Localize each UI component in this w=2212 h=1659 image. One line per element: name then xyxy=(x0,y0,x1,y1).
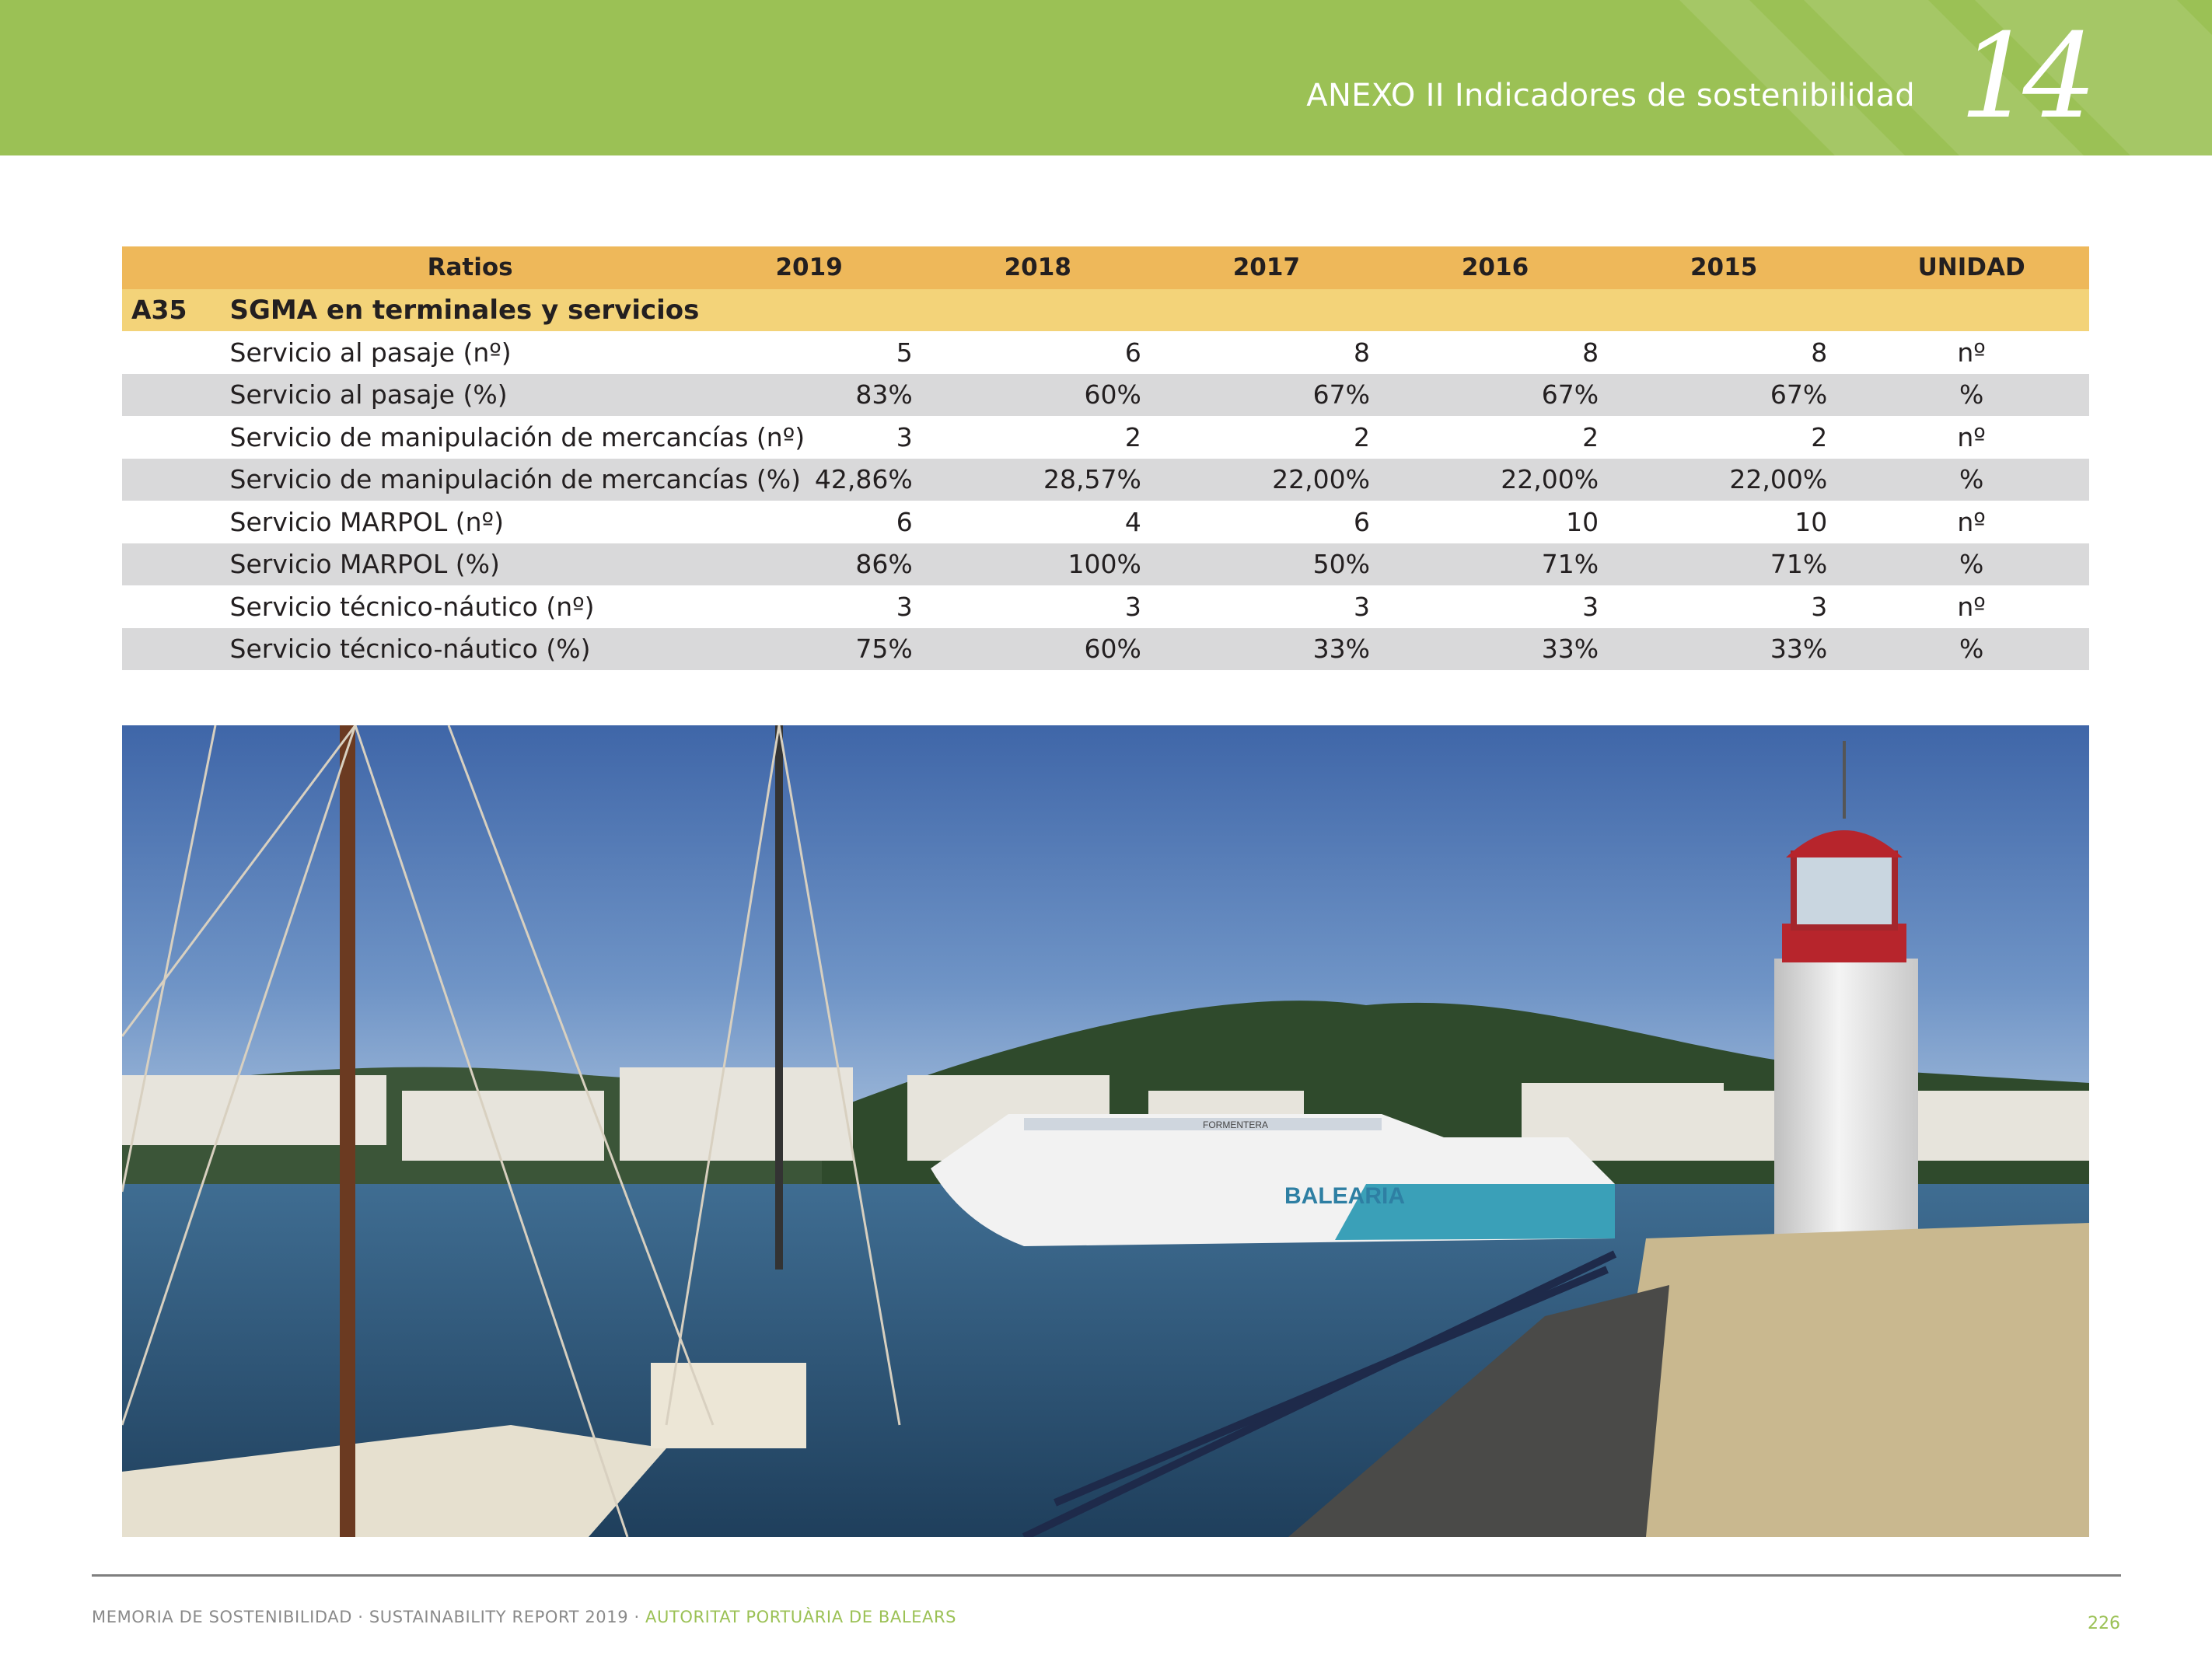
row-code-cell xyxy=(122,458,230,501)
row-label: Servicio técnico-náutico (%) xyxy=(229,627,711,670)
row-value-2016: 8 xyxy=(1582,337,1599,368)
row-value-2018: 4 xyxy=(1124,506,1141,537)
row-label: Servicio al pasaje (nº) xyxy=(229,337,512,368)
row-value-2017: 33% xyxy=(1167,627,1397,670)
page-number: 226 xyxy=(2088,1614,2120,1633)
row-value-2017: 22,00% xyxy=(1167,458,1397,501)
header-band: ANEXO II Indicadores de sostenibilidad 1… xyxy=(0,0,2212,155)
row-value-2016: 3 xyxy=(1582,591,1599,622)
row-value-2016: 10 xyxy=(1566,506,1599,537)
ferry-side-text: FORMENTERA xyxy=(1203,1119,1268,1130)
row-value-2019: 6 xyxy=(896,506,913,537)
row-value-2016: 2 xyxy=(1582,421,1599,452)
row-value-2016: 71% xyxy=(1396,543,1626,585)
row-label: Servicio MARPOL (nº) xyxy=(229,506,504,537)
row-code-cell xyxy=(122,373,230,416)
ratios-table: Ratios 2019 2018 2017 2016 2015 UNIDAD A… xyxy=(122,246,2089,670)
row-unit: nº xyxy=(1957,421,1986,452)
row-value-2015: 71% xyxy=(1625,543,1854,585)
harbour-photo: BALEARIA FORMENTERA xyxy=(122,725,2089,1537)
row-value-2017: 8 xyxy=(1354,337,1371,368)
row-code-cell xyxy=(122,331,230,374)
header-cell-unidad: UNIDAD xyxy=(1854,246,2089,289)
row-value-2017: 67% xyxy=(1167,373,1397,416)
row-label: Servicio técnico-náutico (nº) xyxy=(229,591,595,622)
row-value-2015: 8 xyxy=(1811,337,1828,368)
row-value-2018: 28,57% xyxy=(938,458,1168,501)
table-row: Servicio técnico-náutico (nº) 3 3 3 3 3 nº xyxy=(122,585,2089,628)
row-value-2018: 6 xyxy=(1124,337,1141,368)
footer-text: MEMORIA DE SOSTENIBILIDAD · SUSTAINABILI… xyxy=(92,1608,956,1626)
row-value-2019: 75% xyxy=(710,627,939,670)
row-unit: % xyxy=(1854,373,2089,416)
header-cell-2016: 2016 xyxy=(1396,246,1626,289)
row-value-2016: 22,00% xyxy=(1396,458,1626,501)
ferry-name: BALEARIA xyxy=(1284,1183,1405,1209)
header-cell-2018: 2018 xyxy=(938,246,1168,289)
row-value-2015: 67% xyxy=(1625,373,1854,416)
footer-organization: AUTORITAT PORTUÀRIA DE BALEARS xyxy=(645,1608,957,1626)
header-cell-2019: 2019 xyxy=(710,246,939,289)
row-unit: nº xyxy=(1957,506,1986,537)
table-row: Servicio MARPOL (nº) 6 4 6 10 10 nº xyxy=(122,501,2089,543)
row-value-2015: 33% xyxy=(1625,627,1854,670)
row-value-2018: 100% xyxy=(938,543,1168,585)
row-value-2018: 2 xyxy=(1124,421,1141,452)
footer-rule xyxy=(92,1574,2121,1577)
table-row: Servicio MARPOL (%) 86% 100% 50% 71% 71%% xyxy=(122,543,2089,585)
row-label: Servicio de manipulación de mercancías (… xyxy=(229,458,801,501)
row-unit: % xyxy=(1854,627,2089,670)
row-unit: nº xyxy=(1957,337,1986,368)
row-value-2017: 6 xyxy=(1354,506,1371,537)
row-value-2019: 86% xyxy=(710,543,939,585)
row-value-2016: 33% xyxy=(1396,627,1626,670)
row-code-cell xyxy=(122,627,230,670)
row-value-2015: 22,00% xyxy=(1625,458,1854,501)
header-cell-2015: 2015 xyxy=(1625,246,1854,289)
row-value-2018: 60% xyxy=(938,627,1168,670)
row-value-2015: 2 xyxy=(1811,421,1828,452)
table-row: Servicio al pasaje (%) 83% 60% 67% 67% 67%% xyxy=(122,373,2089,416)
row-value-2019: 5 xyxy=(896,337,913,368)
row-code-cell xyxy=(122,416,230,459)
row-value-2019: 83% xyxy=(710,373,939,416)
header-cell-ratios: Ratios xyxy=(229,246,711,289)
section-title: SGMA en terminales y servicios xyxy=(229,288,2089,331)
row-unit: % xyxy=(1854,458,2089,501)
footer-report-title: MEMORIA DE SOSTENIBILIDAD · SUSTAINABILI… xyxy=(92,1608,645,1626)
row-value-2017: 50% xyxy=(1167,543,1397,585)
row-value-2015: 10 xyxy=(1794,506,1828,537)
header-cell-empty xyxy=(122,246,230,289)
row-value-2018: 60% xyxy=(938,373,1168,416)
section-title: ANEXO II Indicadores de sostenibilidad xyxy=(1306,78,1915,114)
row-value-2019: 3 xyxy=(896,591,913,622)
row-code-cell xyxy=(122,585,230,628)
section-code: A35 xyxy=(122,288,230,331)
table-header-row: Ratios 2019 2018 2017 2016 2015 UNIDAD xyxy=(122,246,2089,289)
row-value-2015: 3 xyxy=(1811,591,1828,622)
row-code-cell xyxy=(122,543,230,585)
chapter-number: 14 xyxy=(1959,9,2097,145)
row-label: Servicio de manipulación de mercancías (… xyxy=(229,421,805,452)
row-label: Servicio al pasaje (%) xyxy=(229,373,711,416)
row-unit: nº xyxy=(1957,591,1986,622)
quay-wall xyxy=(1599,1223,2089,1537)
row-value-2018: 3 xyxy=(1124,591,1141,622)
row-code-cell xyxy=(122,501,230,543)
header-cell-2017: 2017 xyxy=(1167,246,1397,289)
section-row: A35 SGMA en terminales y servicios xyxy=(122,288,2089,331)
table-row: Servicio al pasaje (nº) 5 6 8 8 8 nº xyxy=(122,331,2089,374)
row-value-2016: 67% xyxy=(1396,373,1626,416)
table-row: Servicio de manipulación de mercancías (… xyxy=(122,416,2089,459)
row-value-2017: 3 xyxy=(1354,591,1371,622)
row-label: Servicio MARPOL (%) xyxy=(229,543,711,585)
table-row: Servicio técnico-náutico (%) 75% 60% 33% 33%… xyxy=(122,627,2089,670)
row-unit: % xyxy=(1854,543,2089,585)
row-value-2017: 2 xyxy=(1354,421,1371,452)
table-row: Servicio de manipulación de mercancías (… xyxy=(122,458,2089,501)
